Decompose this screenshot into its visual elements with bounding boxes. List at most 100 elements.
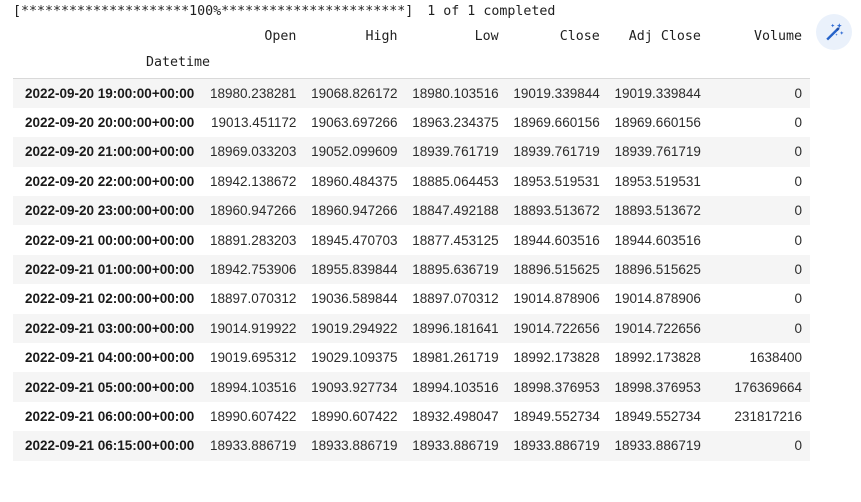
index-row-spacer-5 xyxy=(607,48,709,79)
table-row: 2022-09-21 04:00:00+00:00 19019.695312 190… xyxy=(13,343,810,373)
cell-volume: 231817216 xyxy=(734,408,802,424)
cell-high: 18990.607422 xyxy=(311,408,398,424)
notebook-output-cell: [*********************100%**************… xyxy=(0,0,861,502)
index-row-spacer-6 xyxy=(708,48,810,79)
cell-volume: 0 xyxy=(794,144,802,160)
table-row: 2022-09-21 02:00:00+00:00 18897.070312 190… xyxy=(13,284,810,314)
download-status-line: [*********************100%**************… xyxy=(13,3,555,21)
row-index-cell: 2022-09-20 21:00:00+00:00 xyxy=(24,144,195,160)
cell-adj-close: 19014.878906 xyxy=(614,291,701,307)
cell-volume: 0 xyxy=(794,173,802,189)
column-header-low[interactable]: Low xyxy=(405,26,506,48)
cell-adj-close: 19019.339844 xyxy=(614,85,701,101)
cell-open: 19013.451172 xyxy=(211,115,297,131)
cell-low: 18897.070312 xyxy=(412,291,499,307)
table-row: 2022-09-20 21:00:00+00:00 18969.033203 190… xyxy=(13,137,810,167)
cell-low: 18963.234375 xyxy=(412,115,499,131)
cell-close: 18992.173828 xyxy=(513,350,600,366)
cell-low: 18847.492188 xyxy=(412,203,499,219)
cell-volume: 0 xyxy=(794,320,802,336)
cell-open: 18897.070312 xyxy=(210,291,297,307)
cell-high: 19052.099609 xyxy=(311,144,398,160)
cell-open: 18994.103516 xyxy=(210,379,297,395)
cell-high: 18945.470703 xyxy=(311,232,398,248)
index-name-row: Datetime xyxy=(13,48,810,79)
table-row: 2022-09-21 03:00:00+00:00 19014.919922 190… xyxy=(13,313,810,344)
cell-high: 19068.826172 xyxy=(311,85,398,101)
cell-open: 19019.695312 xyxy=(210,350,297,366)
cell-open: 18942.138672 xyxy=(210,173,297,189)
row-index-cell: 2022-09-20 22:00:00+00:00 xyxy=(24,173,195,189)
table-row: 2022-09-20 19:00:00+00:00 18980.238281 190… xyxy=(13,78,810,108)
cell-open: 18942.753906 xyxy=(210,262,297,278)
row-index-cell: 2022-09-21 04:00:00+00:00 xyxy=(24,350,195,366)
cell-close: 18953.519531 xyxy=(513,173,600,189)
cell-volume: 0 xyxy=(794,438,802,454)
cell-adj-close: 19014.722656 xyxy=(614,320,701,336)
dataframe-container: Open High Low Close Adj Close Volume Dat… xyxy=(13,26,810,461)
cell-close: 18944.603516 xyxy=(513,232,600,248)
cell-high: 19093.927734 xyxy=(311,379,398,395)
row-index-cell: 2022-09-20 20:00:00+00:00 xyxy=(24,115,195,131)
row-index-cell: 2022-09-21 02:00:00+00:00 xyxy=(24,291,195,307)
cell-volume: 0 xyxy=(794,232,802,248)
table-row: 2022-09-20 20:00:00+00:00 19013.451172 190… xyxy=(13,107,810,138)
magic-wand-button[interactable] xyxy=(816,14,852,50)
completion-status-text: 1 of 1 completed xyxy=(427,4,556,19)
index-corner-blank xyxy=(13,26,203,48)
column-header-close[interactable]: Close xyxy=(507,26,608,48)
progress-bar: [*********************100%**************… xyxy=(13,4,414,19)
cell-low: 18933.886719 xyxy=(412,438,499,454)
cell-high: 19036.589844 xyxy=(311,291,398,307)
column-header-volume[interactable]: Volume xyxy=(709,26,810,48)
table-row: 2022-09-21 06:15:00+00:00 18933.886719 189… xyxy=(13,431,810,461)
column-header-high[interactable]: High xyxy=(304,26,405,48)
cell-high: 19019.294922 xyxy=(311,320,398,336)
cell-low: 18996.181641 xyxy=(412,320,499,336)
row-index-cell: 2022-09-21 01:00:00+00:00 xyxy=(24,262,195,278)
cell-adj-close: 18949.552734 xyxy=(614,408,701,424)
cell-volume: 0 xyxy=(794,291,802,307)
cell-high: 18933.886719 xyxy=(311,438,398,454)
cell-adj-close: 18969.660156 xyxy=(614,115,701,131)
cell-adj-close: 18944.603516 xyxy=(614,232,701,248)
cell-low: 18981.261719 xyxy=(412,350,499,366)
cell-open: 18891.283203 xyxy=(210,232,297,248)
row-index-cell: 2022-09-20 19:00:00+00:00 xyxy=(24,85,195,101)
cell-volume: 176369664 xyxy=(734,379,802,395)
cell-close: 18998.376953 xyxy=(513,379,600,395)
cell-low: 18980.103516 xyxy=(412,85,499,101)
table-row: 2022-09-21 01:00:00+00:00 18942.753906 189… xyxy=(13,254,810,285)
table-body: 2022-09-20 19:00:00+00:00 18980.238281 190… xyxy=(13,78,810,461)
cell-close: 18933.886719 xyxy=(513,438,600,454)
cell-close: 18893.513672 xyxy=(513,203,600,219)
table-row: 2022-09-21 00:00:00+00:00 18891.283203 189… xyxy=(13,225,810,255)
cell-low: 18877.453125 xyxy=(412,232,499,248)
cell-open: 18990.607422 xyxy=(210,408,297,424)
cell-adj-close: 18992.173828 xyxy=(614,350,701,366)
cell-low: 18885.064453 xyxy=(412,173,499,189)
index-row-spacer-3 xyxy=(405,48,507,79)
table-row: 2022-09-20 22:00:00+00:00 18942.138672 189… xyxy=(13,166,810,197)
table-row: 2022-09-20 23:00:00+00:00 18960.947266 189… xyxy=(13,196,810,226)
table-row: 2022-09-21 06:00:00+00:00 18990.607422 189… xyxy=(13,401,810,432)
cell-low: 18895.636719 xyxy=(412,262,499,278)
magic-wand-icon xyxy=(823,21,845,43)
row-index-cell: 2022-09-21 06:15:00+00:00 xyxy=(24,438,195,454)
index-name-label: Datetime xyxy=(13,48,210,79)
cell-high: 18960.484375 xyxy=(311,173,398,189)
index-row-spacer-1 xyxy=(203,48,305,79)
cell-high: 18955.839844 xyxy=(311,262,398,278)
column-header-open[interactable]: Open xyxy=(203,26,304,48)
row-index-cell: 2022-09-21 00:00:00+00:00 xyxy=(24,232,195,248)
cell-open: 18980.238281 xyxy=(210,85,297,101)
cell-close: 19014.722656 xyxy=(513,320,600,336)
cell-adj-close: 18893.513672 xyxy=(614,203,701,219)
column-header-adj-close[interactable]: Adj Close xyxy=(608,26,709,48)
cell-adj-close: 18939.761719 xyxy=(614,144,701,160)
cell-open: 18960.947266 xyxy=(210,203,297,219)
cell-adj-close: 18953.519531 xyxy=(614,173,701,189)
cell-low: 18939.761719 xyxy=(412,144,499,160)
cell-close: 18939.761719 xyxy=(513,144,600,160)
cell-adj-close: 18998.376953 xyxy=(614,379,701,395)
